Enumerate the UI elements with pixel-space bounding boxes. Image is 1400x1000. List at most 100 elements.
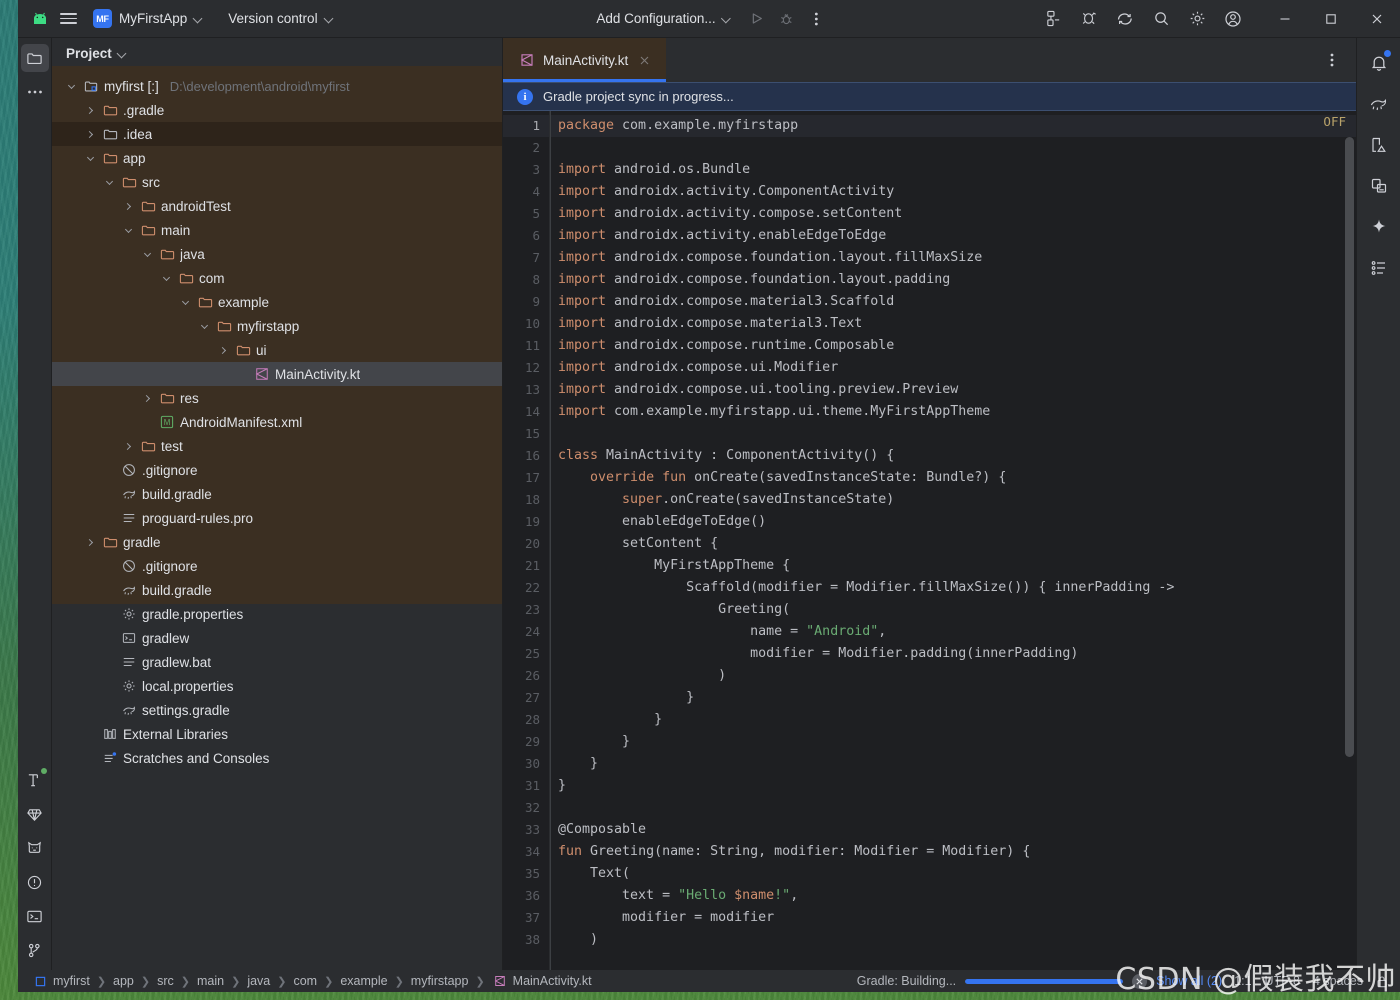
tree-row[interactable]: M AndroidManifest.xml [52, 410, 502, 434]
running-devices-button[interactable] [1364, 171, 1394, 201]
search-icon[interactable] [1144, 4, 1178, 34]
project-panel-header[interactable]: Project [52, 38, 502, 68]
tree-row[interactable]: build.gradle [52, 578, 502, 602]
tree-row[interactable]: local.properties [52, 674, 502, 698]
code-line[interactable]: enableEdgeToEdge() [550, 511, 1356, 533]
breadcrumb-item[interactable]: src [157, 974, 174, 988]
editor-vertical-scrollbar[interactable] [1345, 137, 1354, 757]
indent-setting[interactable]: 4 spaces [1313, 974, 1363, 988]
breadcrumb-item[interactable]: myfirstapp [411, 974, 469, 988]
chevron-down-icon[interactable] [121, 223, 135, 237]
tree-row[interactable]: .gitignore [52, 554, 502, 578]
project-selector[interactable]: MF MyFirstApp [86, 5, 210, 32]
sidebar-item-project[interactable] [20, 44, 49, 72]
tree-row[interactable]: myfirst [:] D:\development\android\myfirs… [52, 74, 502, 98]
tree-row[interactable]: main [52, 218, 502, 242]
close-icon[interactable] [636, 52, 652, 68]
breadcrumb-item[interactable]: main [197, 974, 224, 988]
sidebar-item-build[interactable] [21, 766, 49, 794]
tree-row[interactable]: myfirstapp [52, 314, 502, 338]
code-line[interactable]: modifier = Modifier.padding(innerPadding… [550, 643, 1356, 665]
code-line[interactable]: MyFirstAppTheme { [550, 555, 1356, 577]
code-line[interactable]: Text( [550, 863, 1356, 885]
chevron-down-icon[interactable] [83, 151, 97, 165]
code-line[interactable]: import androidx.activity.ComponentActivi… [550, 181, 1356, 203]
breadcrumb-item[interactable]: example [340, 974, 387, 988]
main-menu-button[interactable] [54, 5, 82, 33]
code-line[interactable] [550, 137, 1356, 159]
code-line[interactable]: fun Greeting(name: String, modifier: Mod… [550, 841, 1356, 863]
breadcrumb-item[interactable]: app [113, 974, 134, 988]
more-actions-button[interactable] [803, 5, 831, 33]
code-line[interactable]: } [550, 687, 1356, 709]
code-line[interactable]: import androidx.compose.material3.Scaffo… [550, 291, 1356, 313]
tree-row[interactable]: com [52, 266, 502, 290]
tree-row[interactable]: External Libraries [52, 722, 502, 746]
code-line[interactable]: import com.example.myfirstapp.ui.theme.M… [550, 401, 1356, 423]
code-line[interactable]: ) [550, 929, 1356, 951]
chevron-down-icon[interactable] [102, 175, 116, 189]
debug-button[interactable] [773, 5, 801, 33]
chevron-right-icon[interactable] [121, 439, 135, 453]
code-content[interactable]: package com.example.myfirstapp import an… [550, 111, 1356, 951]
sidebar-item-terminal[interactable] [21, 902, 49, 930]
code-line[interactable]: modifier = modifier [550, 907, 1356, 929]
running-devices-icon[interactable] [1072, 4, 1106, 34]
device-manager-icon[interactable] [1036, 4, 1070, 34]
code-editor[interactable]: 1 2 3 4 5 6 7 8 9 10 11 12 13 14 15 16 17 18 19 20 21 22 23 24 2… [503, 111, 1356, 970]
code-line[interactable]: import androidx.compose.foundation.layou… [550, 247, 1356, 269]
show-all-link[interactable]: Show all (2) [1156, 974, 1222, 988]
chevron-down-icon[interactable] [178, 295, 192, 309]
chevron-down-icon[interactable] [64, 79, 78, 93]
breadcrumb-item[interactable]: java [247, 974, 270, 988]
code-line[interactable]: override fun onCreate(savedInstanceState… [550, 467, 1356, 489]
tree-row[interactable]: androidTest [52, 194, 502, 218]
code-line[interactable]: } [550, 753, 1356, 775]
tree-row[interactable]: app [52, 146, 502, 170]
code-line[interactable]: Scaffold(modifier = Modifier.fillMaxSize… [550, 577, 1356, 599]
sidebar-item-version-control[interactable] [21, 936, 49, 964]
inspection-widget[interactable]: OFF [1323, 111, 1346, 133]
gradle-sync-icon[interactable] [1108, 4, 1142, 34]
code-line[interactable]: ) [550, 665, 1356, 687]
gemini-button[interactable] [1364, 212, 1394, 242]
tree-row[interactable]: build.gradle [52, 482, 502, 506]
code-line[interactable]: super.onCreate(savedInstanceState) [550, 489, 1356, 511]
code-line[interactable]: import androidx.compose.ui.tooling.previ… [550, 379, 1356, 401]
tree-row[interactable]: gradlew.bat [52, 650, 502, 674]
close-icon[interactable] [1354, 0, 1400, 38]
run-button[interactable] [743, 5, 771, 33]
tree-row[interactable]: example [52, 290, 502, 314]
chevron-down-icon[interactable] [197, 319, 211, 333]
code-line[interactable]: package com.example.myfirstapp [550, 115, 1356, 137]
tree-row[interactable]: .idea [52, 122, 502, 146]
chevron-right-icon[interactable] [83, 535, 97, 549]
code-line[interactable]: import androidx.activity.compose.setCont… [550, 203, 1356, 225]
code-scroll-container[interactable]: package com.example.myfirstapp import an… [550, 111, 1356, 970]
code-line[interactable]: name = "Android", [550, 621, 1356, 643]
tree-row[interactable]: .gradle [52, 98, 502, 122]
structure-button[interactable] [1364, 253, 1394, 283]
code-line[interactable]: import androidx.compose.foundation.layou… [550, 269, 1356, 291]
tree-row[interactable]: gradle.properties [52, 602, 502, 626]
tree-row[interactable]: res [52, 386, 502, 410]
tree-row[interactable]: Scratches and Consoles [52, 746, 502, 770]
tab-mainactivity-kt[interactable]: MainActivity.kt [503, 38, 667, 82]
run-configuration-selector[interactable]: Add Configuration... [587, 7, 740, 30]
breadcrumb-item[interactable]: MainActivity.kt [492, 973, 592, 989]
notifications-button[interactable] [1364, 48, 1394, 78]
chevron-down-icon[interactable] [140, 247, 154, 261]
code-line[interactable]: import androidx.activity.enableEdgeToEdg… [550, 225, 1356, 247]
code-line[interactable]: import android.os.Bundle [550, 159, 1356, 181]
tree-row[interactable]: proguard-rules.pro [52, 506, 502, 530]
device-manager-button[interactable] [1364, 130, 1394, 160]
gear-icon[interactable] [1180, 4, 1214, 34]
breadcrumb-item[interactable]: com [293, 974, 317, 988]
tree-row[interactable]: ui [52, 338, 502, 362]
code-line[interactable]: } [550, 731, 1356, 753]
breadcrumb-item[interactable]: myfirst [32, 973, 90, 989]
file-encoding[interactable]: UTF-8 [1265, 974, 1300, 988]
breadcrumb[interactable]: myfirst ❯ app ❯ src ❯ main ❯ java ❯ com ❯ example ❯ my… [32, 973, 592, 989]
code-line[interactable]: import androidx.compose.ui.Modifier [550, 357, 1356, 379]
tree-row[interactable]: .gitignore [52, 458, 502, 482]
